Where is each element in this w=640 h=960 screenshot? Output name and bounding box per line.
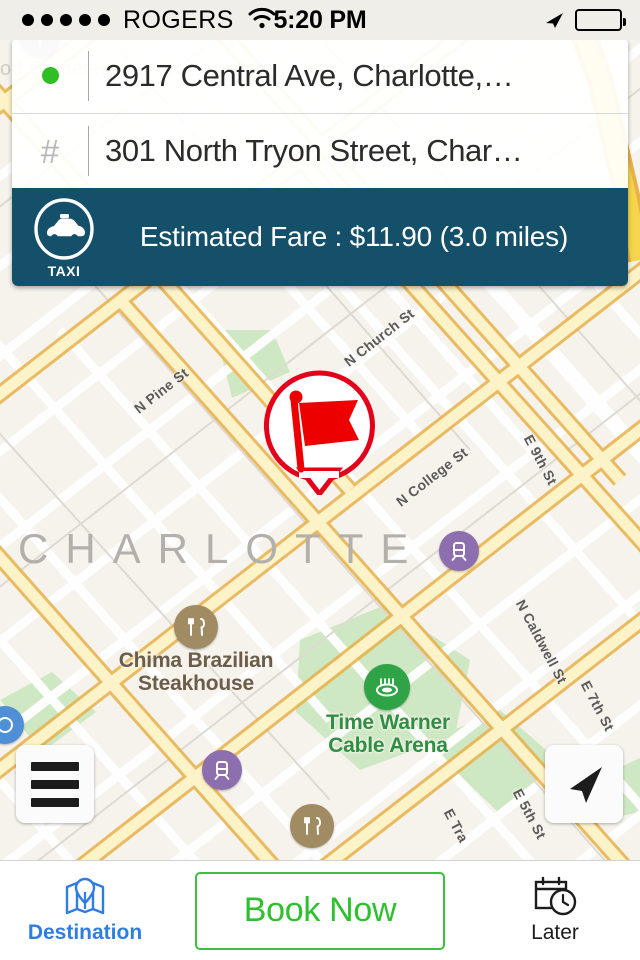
hamburger-menu-button[interactable] [16, 745, 94, 823]
hamburger-menu-icon [31, 761, 79, 771]
later-button[interactable]: Later [470, 876, 640, 945]
calendar-clock-icon [534, 876, 577, 916]
app-screen: N Pine St N Church St N College St E 9th St… [0, 0, 640, 960]
wifi-icon [248, 7, 276, 34]
status-bar-right [543, 9, 626, 31]
hamburger-menu-icon [31, 797, 79, 807]
hamburger-menu-icon [31, 779, 79, 789]
restaurant-icon[interactable] [174, 605, 218, 649]
book-now-button[interactable]: Book Now [195, 871, 445, 950]
locate-me-button[interactable] [545, 745, 623, 823]
destination-label: Destination [27, 921, 143, 944]
battery-full-icon [575, 9, 626, 31]
destination-button[interactable]: Destination [0, 876, 170, 945]
route-summary-card: 2917 Central Ave, Charlotte,… # 301 Nort… [12, 38, 628, 286]
taxi-label: TAXI [47, 262, 81, 279]
taxi-vehicle-option[interactable]: TAXI [12, 196, 116, 279]
red-flag-pin-icon[interactable] [263, 370, 376, 499]
train-icon[interactable] [439, 531, 479, 571]
pickup-address-row[interactable]: 2917 Central Ave, Charlotte,… [12, 38, 628, 113]
train-icon[interactable] [202, 750, 242, 790]
pickup-address-text: 2917 Central Ave, Charlotte,… [105, 57, 514, 93]
stadium-icon[interactable] [364, 664, 410, 710]
hash-icon: # [40, 132, 60, 170]
later-label: Later [531, 921, 579, 944]
dropoff-address-row[interactable]: # 301 North Tryon Street, Char… [12, 113, 628, 188]
status-bar: ROGERS 5:20 PM [0, 0, 640, 40]
signal-dot [98, 14, 110, 26]
signal-dot [79, 14, 91, 26]
destination-map-pin-icon [65, 877, 105, 915]
taxi-car-icon [34, 197, 94, 260]
signal-dot [22, 14, 34, 26]
signal-dot [41, 14, 53, 26]
signal-dot [60, 14, 72, 26]
book-now-container: Book Now [170, 871, 470, 950]
signal-strength-dots [22, 14, 110, 26]
estimated-fare-bar[interactable]: TAXI Estimated Fare : $11.90 (3.0 miles) [12, 188, 628, 286]
green-dot-icon [12, 67, 88, 84]
location-arrow-icon [546, 13, 563, 28]
estimated-fare-text: Estimated Fare : $11.90 (3.0 miles) [139, 221, 569, 252]
carrier-name: ROGERS [123, 5, 234, 34]
dropoff-address-text: 301 North Tryon Street, Char… [105, 133, 523, 168]
map-city-label: CHARLOTTE [18, 525, 426, 572]
bottom-action-bar: Destination Book Now Later [0, 860, 640, 960]
navigation-arrow-icon [570, 767, 602, 803]
restaurant-icon[interactable] [290, 804, 334, 848]
